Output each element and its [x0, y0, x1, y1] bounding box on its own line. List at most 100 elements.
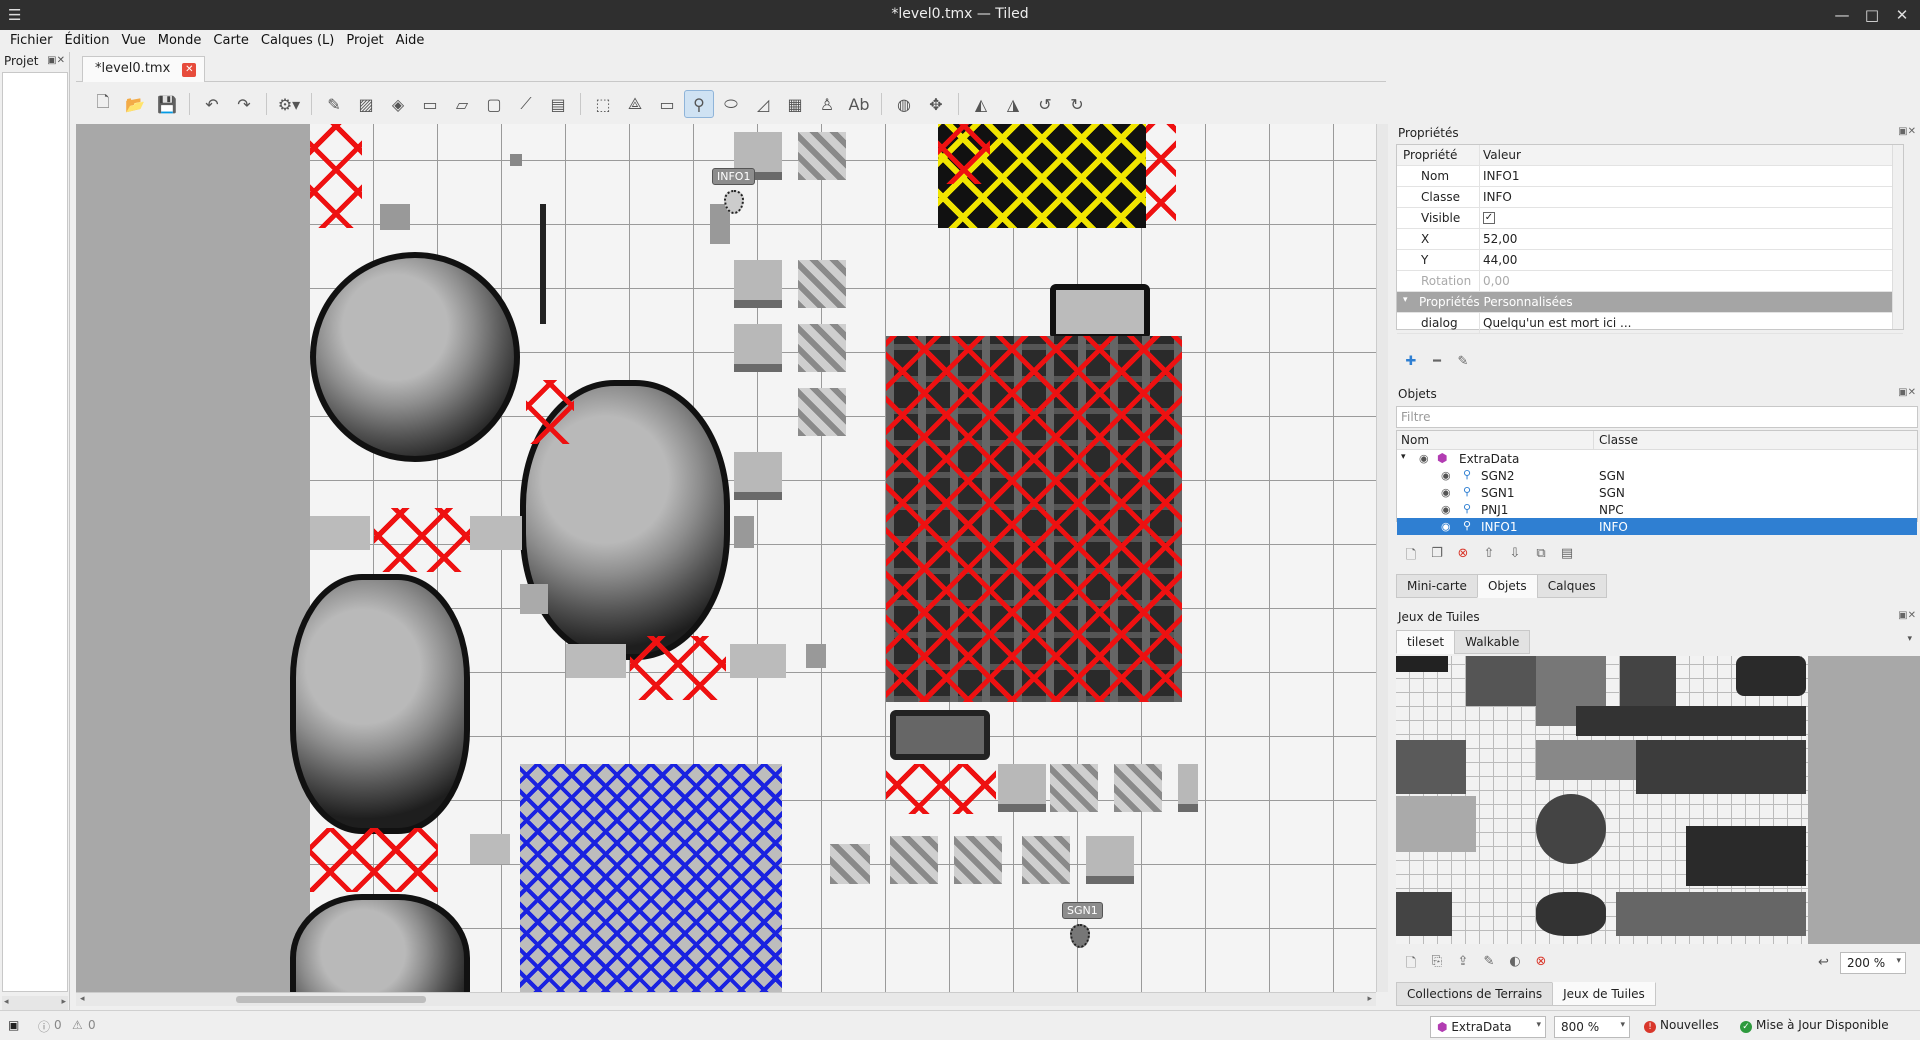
redo-icon[interactable]: ↷ — [229, 90, 259, 118]
menu-aide[interactable]: Aide — [390, 30, 431, 52]
edit-polygons-icon[interactable]: ⟁ — [620, 90, 650, 118]
eye-icon[interactable]: ◉ — [1419, 452, 1429, 465]
flip-vertical-icon[interactable]: ◮ — [998, 90, 1028, 118]
update-button[interactable]: ✓ Mise à Jour Disponible — [1740, 1018, 1889, 1033]
sgn1-object-label[interactable]: SGN1 — [1062, 902, 1103, 919]
insert-tile-icon[interactable]: ▦ — [780, 90, 810, 118]
move-up-icon[interactable]: ⇧ — [1480, 546, 1498, 568]
dock-float-close-icon[interactable]: ▣✕ — [1898, 610, 1916, 621]
menu-projet[interactable]: Projet — [340, 30, 389, 52]
remove-tileset-icon[interactable]: ⊗ — [1532, 954, 1550, 976]
shape-fill-icon[interactable]: ▭ — [415, 90, 445, 118]
select-objects-icon[interactable]: ⬚ — [588, 90, 618, 118]
tab-terrain-collections[interactable]: Collections de Terrains — [1396, 982, 1554, 1006]
object-row-pnj1[interactable]: ◉ ⚲ PNJ1 NPC — [1397, 501, 1917, 518]
tileset-grid[interactable] — [1396, 656, 1808, 944]
insert-point-icon[interactable]: ⚲ — [684, 90, 714, 118]
add-property-icon[interactable]: ✚ — [1402, 354, 1420, 369]
layer-select[interactable]: ⬢ ExtraData ▾ — [1430, 1016, 1546, 1038]
new-tileset-icon[interactable]: 🗋 — [1402, 954, 1420, 976]
object-row-info1[interactable]: ◉ ⚲ INFO1 INFO — [1397, 518, 1917, 535]
edit-tileset-icon[interactable]: ✎ — [1480, 954, 1498, 976]
console-icon[interactable]: ▣ — [8, 1018, 19, 1032]
close-window-button[interactable]: ✕ — [1890, 4, 1914, 26]
property-row-classe[interactable]: Classe INFO — [1397, 187, 1903, 208]
save-file-icon[interactable]: 💾 — [152, 90, 182, 118]
project-hscroll[interactable]: ◂ ▸ — [2, 996, 68, 1010]
export-tileset-icon[interactable]: ⇪ — [1454, 954, 1472, 976]
insert-ellipse-icon[interactable]: ⬭ — [716, 90, 746, 118]
property-value[interactable]: 44,00 — [1483, 253, 1517, 267]
property-value[interactable]: INFO1 — [1483, 169, 1520, 183]
tileset-properties-icon[interactable]: ◐ — [1506, 954, 1524, 976]
commands-icon[interactable]: ⚙▾ — [274, 90, 304, 118]
object-row-sgn1[interactable]: ◉ ⚲ SGN1 SGN — [1397, 484, 1917, 501]
tile-map[interactable] — [290, 124, 1376, 992]
flip-horizontal-icon[interactable]: ◭ — [966, 90, 996, 118]
eye-icon[interactable]: ◉ — [1441, 520, 1451, 533]
property-row-y[interactable]: Y 44,00 — [1397, 250, 1903, 271]
property-row-x[interactable]: X 52,00 — [1397, 229, 1903, 250]
property-row-dialog[interactable]: dialog Quelqu'un est mort ici ... — [1397, 313, 1903, 334]
object-row-sgn2[interactable]: ◉ ⚲ SGN2 SGN — [1397, 467, 1917, 484]
map-zoom-select[interactable]: 800 % ▾ — [1554, 1016, 1630, 1038]
collapse-arrow-icon[interactable]: ▾ — [1403, 295, 1408, 305]
visible-checkbox[interactable]: ✓ — [1483, 212, 1495, 224]
tab-level0[interactable]: *level0.tmx ✕ — [82, 56, 206, 82]
warning-icon[interactable]: ⚠ — [72, 1018, 83, 1032]
object-properties-icon[interactable]: ▤ — [1558, 546, 1576, 568]
embed-tileset-icon[interactable]: ⎘ — [1428, 954, 1446, 976]
objects-filter-input[interactable]: Filtre — [1396, 406, 1918, 428]
map-horizontal-scrollbar[interactable]: ◂ ▸ — [76, 992, 1376, 1006]
property-value[interactable]: 52,00 — [1483, 232, 1517, 246]
tab-objets[interactable]: Objets — [1476, 574, 1538, 598]
duplicate-object-icon[interactable]: ❐ — [1428, 546, 1446, 568]
close-tab-icon[interactable]: ✕ — [182, 63, 197, 77]
terrain-brush-icon[interactable]: ▨ — [351, 90, 381, 118]
scroll-left-icon[interactable]: ◂ — [80, 994, 85, 1004]
tab-mini-carte[interactable]: Mini-carte — [1396, 574, 1478, 598]
map-vertical-scrollbar[interactable] — [1376, 124, 1388, 992]
scroll-thumb[interactable] — [236, 996, 426, 1003]
move-to-layer-icon[interactable]: ⧉ — [1532, 546, 1550, 568]
property-value[interactable]: Quelqu'un est mort ici ... — [1483, 316, 1631, 330]
rotate-left-icon[interactable]: ↺ — [1030, 90, 1060, 118]
remove-property-icon[interactable]: ━ — [1428, 354, 1446, 369]
error-icon[interactable]: ⓘ — [38, 1018, 50, 1035]
layer-row-extradata[interactable]: ▾ ◉ ⬢ ExtraData — [1397, 450, 1917, 467]
scroll-right-icon[interactable]: ▸ — [1367, 994, 1372, 1004]
insert-template-icon[interactable]: ♙ — [812, 90, 842, 118]
rename-property-icon[interactable]: ✎ — [1454, 354, 1472, 369]
eye-icon[interactable]: ◉ — [1441, 486, 1451, 499]
tab-tileset[interactable]: tileset — [1396, 630, 1456, 654]
select-same-tile-icon[interactable]: ▤ — [543, 90, 573, 118]
menu-vue[interactable]: Vue — [115, 30, 151, 52]
move-tool-icon[interactable]: ✥ — [921, 90, 951, 118]
rect-select-icon[interactable]: ▢ — [479, 90, 509, 118]
world-tool-icon[interactable]: ◍ — [889, 90, 919, 118]
property-row-nom[interactable]: Nom INFO1 — [1397, 166, 1903, 187]
tileset-menu-icon[interactable]: ▾ — [1907, 634, 1912, 644]
menu-fichier[interactable]: Fichier — [4, 30, 59, 52]
move-down-icon[interactable]: ⇩ — [1506, 546, 1524, 568]
info1-object-label[interactable]: INFO1 — [712, 168, 756, 185]
minimize-button[interactable]: — — [1830, 4, 1854, 26]
expand-arrow-icon[interactable]: ▾ — [1401, 452, 1406, 462]
menu-calques[interactable]: Calques (L) — [255, 30, 340, 52]
new-object-icon[interactable]: 🗋 — [1402, 546, 1420, 568]
menu-edition[interactable]: Édition — [59, 30, 116, 52]
insert-polygon-icon[interactable]: ◿ — [748, 90, 778, 118]
magic-wand-icon[interactable]: ⟋ — [511, 90, 541, 118]
eraser-icon[interactable]: ▱ — [447, 90, 477, 118]
project-tree[interactable] — [2, 72, 68, 992]
stamp-brush-icon[interactable]: ✎ — [319, 90, 349, 118]
maximize-button[interactable]: □ — [1860, 4, 1884, 26]
rotate-right-icon[interactable]: ↻ — [1062, 90, 1092, 118]
tileset-zoom-select[interactable]: 200 % ▾ — [1840, 952, 1906, 974]
insert-text-icon[interactable]: Ab — [844, 90, 874, 118]
custom-properties-section[interactable]: ▾ Propriétés Personnalisées — [1397, 292, 1903, 313]
dynamic-wrapping-icon[interactable]: ↩ — [1818, 955, 1829, 970]
menu-monde[interactable]: Monde — [152, 30, 208, 52]
dock-float-close-icon[interactable]: ▣✕ — [47, 55, 65, 66]
delete-object-icon[interactable]: ⊗ — [1454, 546, 1472, 568]
